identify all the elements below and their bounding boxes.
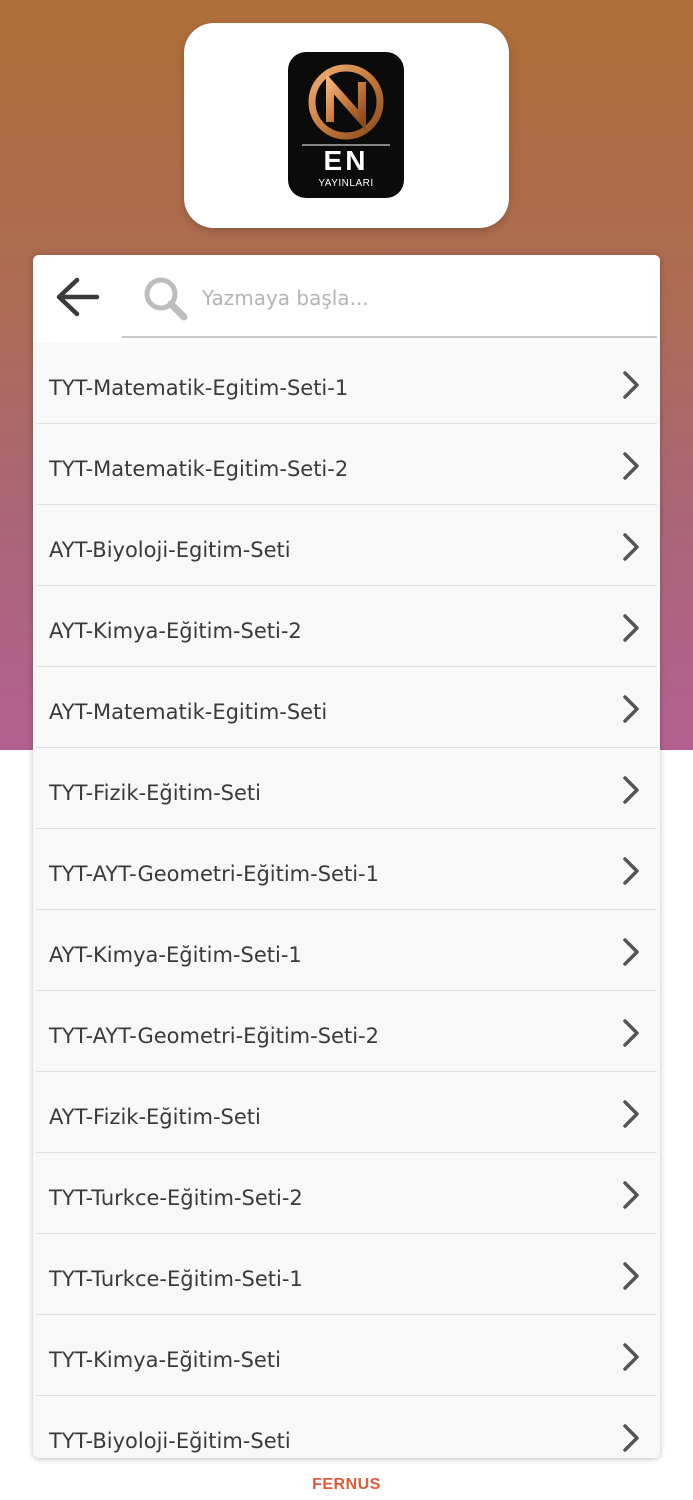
list-item-label: TYT-AYT-Geometri-Eğitim-Seti-2: [49, 1024, 379, 1048]
logo-main-text: EN: [323, 145, 369, 176]
logo-sub-text: YAYINLARI: [318, 178, 374, 189]
chevron-right-icon: [623, 938, 639, 966]
chevron-right-icon: [623, 452, 639, 480]
list-item-label: TYT-Matematik-Egitim-Seti-1: [49, 376, 349, 400]
list-item[interactable]: TYT-AYT-Geometri-Eğitim-Seti-1: [36, 829, 657, 910]
en-yayinlari-logo: EN YAYINLARI: [288, 52, 404, 198]
list-item-label: AYT-Matematik-Egitim-Seti: [49, 700, 328, 724]
list-item[interactable]: AYT-Biyoloji-Egitim-Seti: [36, 505, 657, 586]
chevron-right-icon: [623, 371, 639, 399]
list-item-label: TYT-Matematik-Egitim-Seti-2: [49, 457, 349, 481]
chevron-right-icon: [623, 1181, 639, 1209]
chevron-right-icon: [623, 614, 639, 642]
chevron-right-icon: [623, 1424, 639, 1452]
list-item-label: TYT-Biyoloji-Eğitim-Seti: [49, 1429, 291, 1453]
list-item-label: TYT-Turkce-Eğitim-Seti-2: [49, 1186, 303, 1210]
chevron-right-icon: [623, 1262, 639, 1290]
list-item-label: TYT-Fizik-Eğitim-Seti: [49, 781, 261, 805]
chevron-right-icon: [623, 857, 639, 885]
list-item-label: AYT-Kimya-Eğitim-Seti-1: [49, 943, 302, 967]
list-item[interactable]: TYT-AYT-Geometri-Eğitim-Seti-2: [36, 991, 657, 1072]
logo-emblem-icon: [302, 64, 390, 146]
list-item-label: TYT-Turkce-Eğitim-Seti-1: [49, 1267, 303, 1291]
chevron-right-icon: [623, 1019, 639, 1047]
chevron-right-icon: [623, 776, 639, 804]
list-item[interactable]: TYT-Matematik-Egitim-Seti-1: [36, 343, 657, 424]
list-item[interactable]: AYT-Fizik-Eğitim-Seti: [36, 1072, 657, 1153]
chevron-right-icon: [623, 1343, 639, 1371]
education-set-list: TYT-Matematik-Egitim-Seti-1 TYT-Matemati…: [36, 343, 657, 1458]
list-item-label: AYT-Fizik-Eğitim-Seti: [49, 1105, 261, 1129]
list-item[interactable]: TYT-Fizik-Eğitim-Seti: [36, 748, 657, 829]
list-item[interactable]: TYT-Kimya-Eğitim-Seti: [36, 1315, 657, 1396]
list-item[interactable]: AYT-Kimya-Eğitim-Seti-1: [36, 910, 657, 991]
list-item-label: TYT-AYT-Geometri-Eğitim-Seti-1: [49, 862, 379, 886]
chevron-right-icon: [623, 533, 639, 561]
list-item-label: AYT-Kimya-Eğitim-Seti-2: [49, 619, 302, 643]
list-item[interactable]: TYT-Turkce-Eğitim-Seti-1: [36, 1234, 657, 1315]
list-item[interactable]: TYT-Matematik-Egitim-Seti-2: [36, 424, 657, 505]
search-panel: TYT-Matematik-Egitim-Seti-1 TYT-Matemati…: [33, 255, 660, 1458]
chevron-right-icon: [623, 1100, 639, 1128]
list-item-label: TYT-Kimya-Eğitim-Seti: [49, 1348, 281, 1372]
search-input[interactable]: [202, 279, 642, 317]
list-item[interactable]: AYT-Kimya-Eğitim-Seti-2: [36, 586, 657, 667]
list-item-label: AYT-Biyoloji-Egitim-Seti: [49, 538, 291, 562]
logo-card: EN YAYINLARI: [184, 23, 509, 228]
arrow-left-icon: [56, 277, 100, 317]
list-item[interactable]: TYT-Biyoloji-Eğitim-Seti: [36, 1396, 657, 1458]
list-item[interactable]: AYT-Matematik-Egitim-Seti: [36, 667, 657, 748]
search-icon: [144, 277, 188, 321]
list-item[interactable]: TYT-Turkce-Eğitim-Seti-2: [36, 1153, 657, 1234]
footer-brand: FERNUS: [312, 1476, 381, 1493]
search-field[interactable]: [122, 255, 657, 338]
chevron-right-icon: [623, 695, 639, 723]
back-button[interactable]: [53, 275, 105, 319]
search-header: [33, 255, 660, 343]
